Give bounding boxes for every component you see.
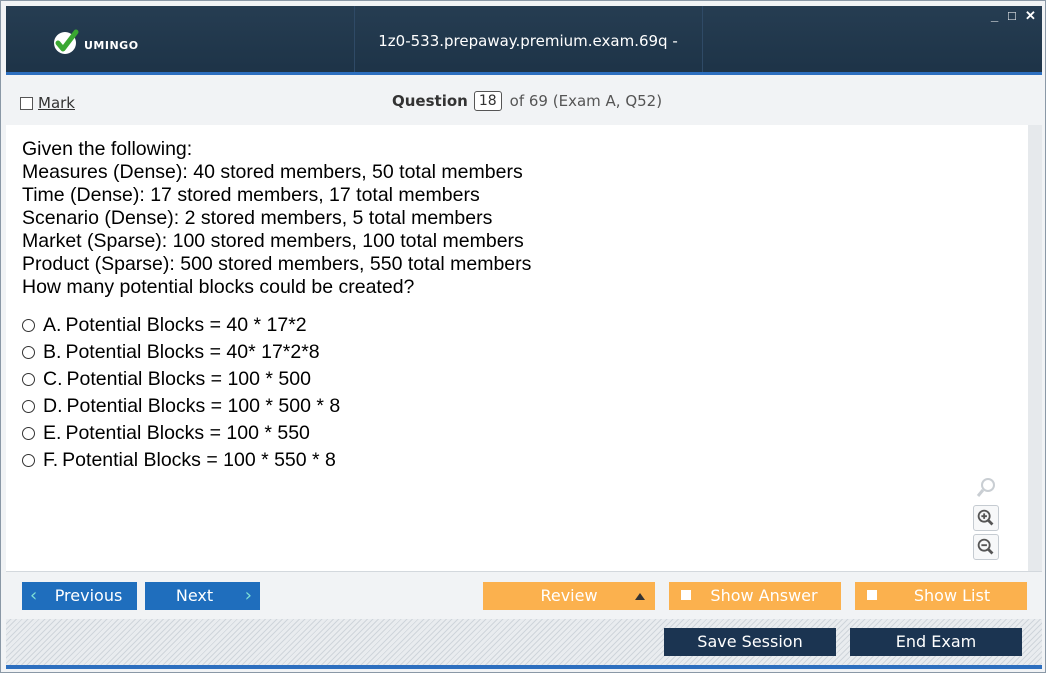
next-label: Next <box>175 586 214 605</box>
logo-text: UMINGO <box>84 39 139 52</box>
radio-button[interactable] <box>22 454 35 467</box>
option-letter: C. <box>43 368 63 390</box>
option-letter: F. <box>43 449 59 471</box>
show-list-label: Show List <box>913 586 991 605</box>
show-answer-label: Show Answer <box>710 586 818 605</box>
zoom-out-icon[interactable] <box>973 534 999 560</box>
question-panel: Given the following: Measures (Dense): 4… <box>6 125 1028 571</box>
option-text: Potential Blocks = 100 * 550 * 8 <box>62 449 336 471</box>
question-line: Market (Sparse): 100 stored members, 100… <box>22 230 524 252</box>
answer-option-a[interactable]: A. Potential Blocks = 40 * 17*2 <box>22 312 340 339</box>
question-number-input[interactable]: 18 <box>473 91 502 111</box>
title-bar: UMINGO 1z0-533.prepaway.premium.exam.69q… <box>6 6 1042 121</box>
question-line: Time (Dense): 17 stored members, 17 tota… <box>22 184 480 206</box>
close-button[interactable]: ✕ <box>1025 9 1036 23</box>
question-line: Product (Sparse): 500 stored members, 55… <box>22 253 532 275</box>
end-exam-button[interactable]: End Exam <box>850 628 1022 656</box>
previous-button[interactable]: ‹ Previous <box>22 582 137 610</box>
maximize-button[interactable]: □ <box>1008 9 1016 23</box>
radio-button[interactable] <box>22 427 35 440</box>
question-label: Question <box>392 92 468 110</box>
title-separator <box>702 6 703 75</box>
window-title: 1z0-533.prepaway.premium.exam.69q - Exam… <box>378 32 678 121</box>
scrollbar[interactable] <box>1028 125 1042 571</box>
show-list-button[interactable]: Show List <box>855 582 1027 610</box>
option-letter: E. <box>43 422 62 444</box>
answer-option-c[interactable]: C. Potential Blocks = 100 * 500 <box>22 366 340 393</box>
save-session-button[interactable]: Save Session <box>664 628 836 656</box>
mark-checkbox[interactable]: Mark <box>20 94 75 112</box>
question-text: Given the following: Measures (Dense): 4… <box>22 138 531 299</box>
question-line: How many potential blocks could be creat… <box>22 276 415 298</box>
question-line: Given the following: <box>22 138 193 160</box>
app-window: UMINGO 1z0-533.prepaway.premium.exam.69q… <box>0 0 1046 673</box>
radio-button[interactable] <box>22 346 35 359</box>
radio-button[interactable] <box>22 373 35 386</box>
option-letter: B. <box>43 341 62 363</box>
chevron-right-icon: › <box>244 585 252 606</box>
minimize-button[interactable]: _ <box>991 9 998 23</box>
answer-options: A. Potential Blocks = 40 * 17*2 B. Poten… <box>22 312 340 474</box>
answer-option-d[interactable]: D. Potential Blocks = 100 * 500 * 8 <box>22 393 340 420</box>
answer-option-b[interactable]: B. Potential Blocks = 40* 17*2*8 <box>22 339 340 366</box>
option-text: Potential Blocks = 100 * 500 * 8 <box>66 395 341 417</box>
search-icon[interactable] <box>973 475 999 501</box>
option-letter: D. <box>43 395 63 417</box>
action-area: Save Session End Exam <box>6 619 1042 665</box>
navigation-bar: ‹ Previous Next › Review Show Answer Sho… <box>6 571 1042 620</box>
option-text: Potential Blocks = 100 * 550 <box>65 422 310 444</box>
mark-checkbox-box[interactable] <box>20 96 33 110</box>
bottom-accent-line <box>6 665 1042 669</box>
option-text: Potential Blocks = 40 * 17*2 <box>65 314 307 336</box>
answer-option-f[interactable]: F. Potential Blocks = 100 * 550 * 8 <box>22 447 340 474</box>
option-text: Potential Blocks = 40* 17*2*8 <box>65 341 320 363</box>
radio-button[interactable] <box>22 319 35 332</box>
chevron-left-icon: ‹ <box>30 585 38 606</box>
zoom-in-icon[interactable] <box>973 505 999 531</box>
previous-label: Previous <box>54 586 123 605</box>
answer-option-e[interactable]: E. Potential Blocks = 100 * 550 <box>22 420 340 447</box>
question-line: Measures (Dense): 40 stored members, 50 … <box>22 161 523 183</box>
question-header: Mark Question 18 of 69 (Exam A, Q52) <box>6 79 1042 126</box>
option-letter: A. <box>43 314 62 336</box>
review-label: Review <box>540 586 598 605</box>
option-text: Potential Blocks = 100 * 500 <box>66 368 311 390</box>
show-answer-button[interactable]: Show Answer <box>669 582 841 610</box>
next-button[interactable]: Next › <box>145 582 260 610</box>
show-list-checkbox[interactable] <box>867 590 877 600</box>
radio-button[interactable] <box>22 400 35 413</box>
review-button[interactable]: Review <box>483 582 655 610</box>
question-total: of 69 (Exam A, Q52) <box>509 92 663 110</box>
mark-label[interactable]: Mark <box>38 94 75 112</box>
question-line: Scenario (Dense): 2 stored members, 5 to… <box>22 207 493 229</box>
title-accent-line <box>6 72 1042 75</box>
show-answer-checkbox[interactable] <box>681 590 691 600</box>
question-counter: Question 18 of 69 (Exam A, Q52) <box>392 91 662 111</box>
caret-up-icon <box>635 593 645 600</box>
